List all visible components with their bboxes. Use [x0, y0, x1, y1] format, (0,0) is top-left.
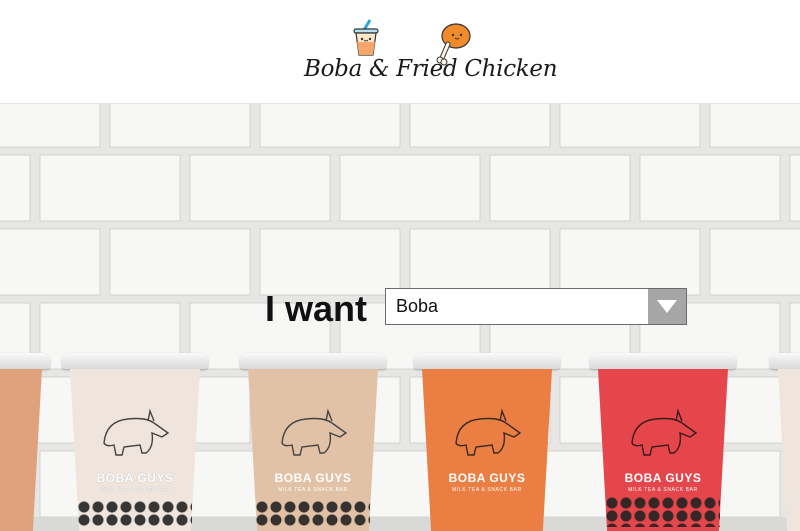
- cup-brand-text: BOBA GUYS: [448, 471, 526, 485]
- boba-cup: BOBA GUYS MILK TEA & SNACK BAR: [62, 353, 208, 531]
- boba-cup: BOBA GUYS MILK TEA & SNACK BAR: [590, 353, 736, 531]
- boba-cup: [0, 353, 50, 531]
- boba-cup: [770, 353, 800, 531]
- cup-brand-text: BOBA GUYS: [624, 471, 702, 485]
- cup-subtitle-text: MILK TEA & SNACK BAR: [628, 487, 698, 493]
- boba-cup-icon: [353, 19, 379, 56]
- aardvark-icon: [631, 408, 698, 456]
- cup-brand-text: BOBA GUYS: [96, 471, 174, 485]
- aardvark-icon: [103, 408, 170, 456]
- boba-cup: BOBA GUYS MILK TEA & SNACK BAR: [414, 353, 560, 531]
- boba-cup: BOBA GUYS MILK TEA & SNACK BAR: [240, 353, 386, 531]
- aardvark-icon: [455, 408, 522, 456]
- dropdown-arrow-button[interactable]: [648, 289, 686, 324]
- cup-subtitle-text: MILK TEA & SNACK BAR: [278, 487, 348, 493]
- aardvark-icon: [281, 408, 348, 456]
- want-label: I want: [265, 288, 368, 329]
- site-header: Boba & Fried Chicken: [0, 0, 800, 103]
- food-select-dropdown[interactable]: Boba: [385, 288, 687, 325]
- site-logo[interactable]: Boba & Fried Chicken: [300, 18, 558, 93]
- cup-brand-text: BOBA GUYS: [274, 471, 352, 485]
- select-value: Boba: [396, 296, 439, 316]
- chevron-down-icon: [657, 300, 677, 313]
- cup-subtitle-text: MILK TEA & SNACK BAR: [100, 487, 170, 493]
- cup-subtitle-text: MILK TEA & SNACK BAR: [452, 487, 522, 493]
- logo-text: Boba & Fried Chicken: [304, 56, 558, 82]
